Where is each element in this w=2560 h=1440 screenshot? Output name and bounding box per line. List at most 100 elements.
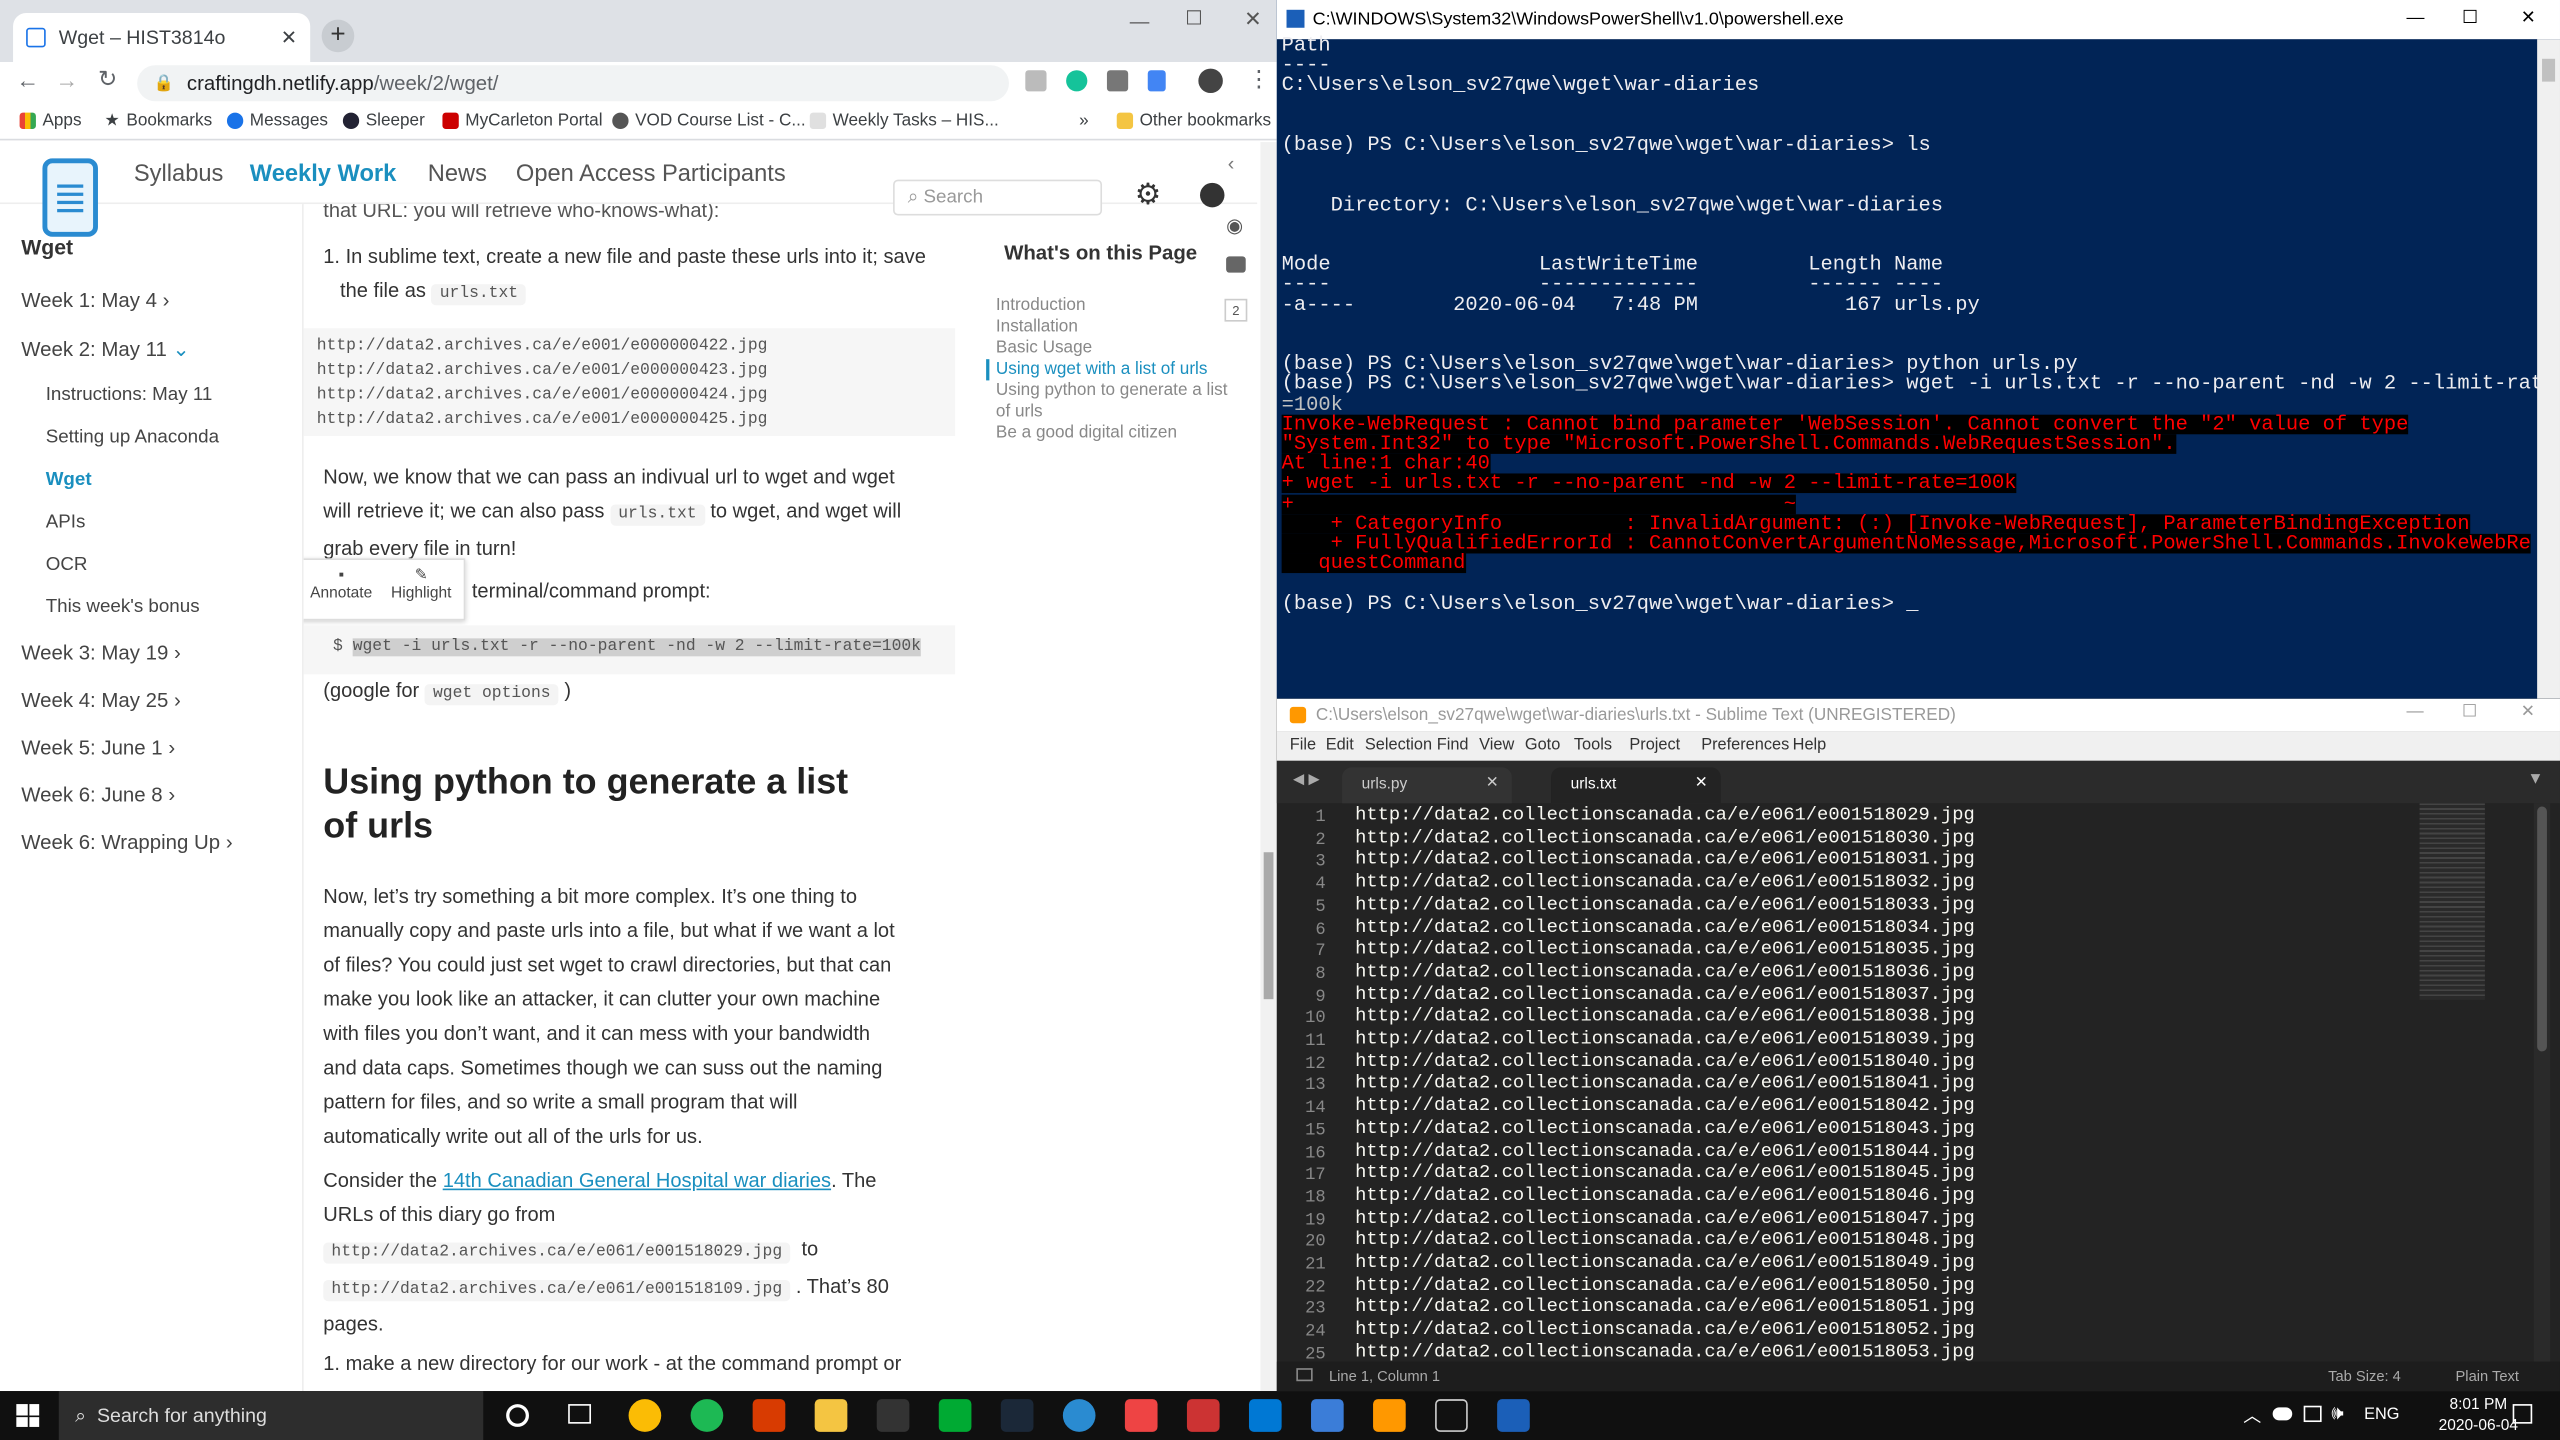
tab-urls-txt[interactable]: urls.txt ✕ (1551, 767, 1721, 804)
menu-item-selection[interactable]: Selection (1365, 736, 1432, 754)
sidebar-item-wget[interactable]: Wget (46, 470, 92, 490)
menu-icon[interactable]: ⋮ (1247, 65, 1270, 93)
app2-taskbar-icon[interactable] (1062, 1399, 1096, 1432)
sidebar-week4[interactable]: Week 4: May 25 › (21, 689, 181, 712)
minimize-icon[interactable]: — (1130, 10, 1150, 33)
reload-icon[interactable]: ↻ (98, 65, 117, 93)
close-window-icon[interactable]: ✕ (2521, 7, 2536, 28)
sidebar-item-ocr[interactable]: OCR (46, 555, 88, 575)
bookmark-weekly-tasks[interactable]: Weekly Tasks – HIS... (809, 111, 999, 131)
menu-item-view[interactable]: View (1479, 736, 1514, 754)
sidebar-week2[interactable]: Week 2: May 11 ⌄ (21, 336, 189, 361)
annotate-button[interactable]: ▪ Annotate (305, 567, 377, 603)
bookmark-messages[interactable]: Messages (226, 111, 328, 131)
task-view-icon[interactable] (568, 1404, 592, 1424)
status-tab-size[interactable]: Tab Size: 4 (2328, 1368, 2401, 1384)
spotify-taskbar-icon[interactable] (690, 1399, 724, 1432)
new-tab-button[interactable]: + (321, 19, 355, 53)
nav-weekly-work[interactable]: Weekly Work (250, 162, 397, 188)
scrollbar-thumb[interactable] (1263, 852, 1274, 1000)
epic-games-taskbar-icon[interactable] (876, 1399, 910, 1432)
maximize-icon[interactable]: ☐ (2462, 702, 2477, 722)
menu-item-project[interactable]: Project (1629, 736, 1680, 754)
bookmark-vod[interactable]: VOD Course List - C... (612, 111, 806, 131)
war-diaries-link[interactable]: 14th Canadian General Hospital war diari… (443, 1169, 831, 1192)
sidebar-item-instructions[interactable]: Instructions: May 11 (46, 385, 213, 405)
highlight-button[interactable]: ✎ Highlight (385, 567, 457, 603)
page-scrollbar[interactable] (1260, 142, 1277, 1392)
editor-text[interactable]: http://data2.collectionscanada.ca/e/e061… (1277, 803, 2420, 1363)
minimap[interactable] (2419, 803, 2485, 1000)
onedrive-icon[interactable] (2272, 1407, 2293, 1421)
cortana-icon[interactable] (506, 1404, 529, 1427)
tab-nav-arrows-icon[interactable]: ◀ ▶ (1293, 771, 1320, 789)
app3-taskbar-icon[interactable] (1124, 1399, 1158, 1432)
close-tab-icon[interactable]: ✕ (1486, 774, 1499, 792)
other-bookmarks[interactable]: Other bookmarks (1116, 111, 1271, 131)
annotation-icon[interactable] (1226, 256, 1246, 273)
app-taskbar-icon[interactable] (938, 1399, 972, 1432)
hypothesis-icon[interactable] (1106, 70, 1129, 92)
menu-item-find[interactable]: Find (1437, 736, 1469, 754)
back-icon[interactable]: ← (16, 67, 39, 93)
nav-syllabus[interactable]: Syllabus (134, 162, 223, 188)
docs-icon[interactable] (1147, 70, 1166, 92)
annotation-count-badge[interactable]: 2 (1224, 298, 1248, 322)
toc-basic-usage[interactable]: Basic Usage (996, 338, 1241, 359)
mail-taskbar-icon[interactable] (1248, 1399, 1282, 1432)
clock[interactable]: 8:01 PM 2020-06-04 (2433, 1394, 2524, 1436)
file-explorer-taskbar-icon[interactable] (814, 1399, 848, 1432)
status-syntax[interactable]: Plain Text (2456, 1368, 2519, 1384)
menu-item-preferences[interactable]: Preferences (1701, 736, 1789, 754)
eye-icon[interactable]: ◉ (1226, 214, 1243, 237)
sidebar-week1[interactable]: Week 1: May 4 › (21, 289, 169, 312)
collapse-chevron-icon[interactable]: ‹ (1228, 152, 1235, 175)
menu-item-edit[interactable]: Edit (1326, 736, 1354, 754)
powershell-console[interactable]: Path ---- C:\Users\elson_sv27qwe\wget\war-… (1277, 36, 2555, 689)
maximize-icon[interactable]: ☐ (2462, 7, 2478, 28)
sublime-taskbar-icon[interactable] (1373, 1399, 1406, 1432)
bookmark-mycarleton[interactable]: MyCarleton Portal (442, 111, 602, 131)
toc-installation[interactable]: Installation (996, 317, 1241, 338)
menu-item-file[interactable]: File (1290, 736, 1316, 754)
panel-toggle-icon[interactable] (1296, 1368, 1313, 1382)
sidebar-week3[interactable]: Week 3: May 19 › (21, 642, 181, 665)
toc-wget-list[interactable]: Using wget with a list of urls (986, 359, 1231, 381)
tab-dropdown-icon[interactable]: ▼ (2527, 771, 2543, 789)
close-window-icon[interactable]: ✕ (2521, 702, 2535, 722)
close-window-icon[interactable]: ✕ (1244, 7, 1262, 33)
nav-open-access[interactable]: Open Access Participants (516, 162, 786, 188)
menu-item-help[interactable]: Help (1793, 736, 1827, 754)
terminal-taskbar-icon[interactable] (1435, 1399, 1468, 1432)
office-taskbar-icon[interactable] (752, 1399, 786, 1432)
forward-icon[interactable]: → (56, 67, 79, 93)
minimize-icon[interactable]: — (2407, 8, 2425, 28)
toc-digital-citizen[interactable]: Be a good digital citizen (996, 423, 1241, 444)
volume-icon[interactable]: 🕪 (2331, 1401, 2343, 1425)
console-scrollbar[interactable] (2537, 39, 2560, 699)
minimize-icon[interactable]: — (2407, 702, 2424, 722)
sidebar-week6-wrap[interactable]: Week 6: Wrapping Up › (21, 831, 232, 854)
profile-avatar[interactable] (1198, 68, 1223, 94)
sidebar-item-apis[interactable]: APIs (46, 513, 86, 533)
start-button[interactable] (16, 1404, 40, 1427)
tab-urls-py[interactable]: urls.py ✕ (1342, 767, 1512, 804)
sidebar-item-bonus[interactable]: This week's bonus (46, 598, 200, 618)
sidebar-item-anaconda[interactable]: Setting up Anaconda (46, 428, 219, 448)
bookmark-bookmarks[interactable]: ★ Bookmarks (104, 111, 212, 131)
menu-item-goto[interactable]: Goto (1525, 736, 1560, 754)
tray-chevron-icon[interactable]: ︿ (2243, 1402, 2261, 1428)
toc-introduction[interactable]: Introduction (996, 296, 1241, 317)
chrome-taskbar-icon[interactable] (628, 1399, 662, 1432)
maximize-icon[interactable]: ☐ (1185, 7, 1203, 30)
close-tab-icon[interactable]: ✕ (281, 26, 297, 49)
bookmark-apps[interactable]: Apps (19, 111, 82, 131)
sidebar-week6[interactable]: Week 6: June 8 › (21, 784, 175, 807)
grammarly-icon[interactable] (1066, 70, 1088, 92)
editor-scrollbar[interactable] (2533, 803, 2551, 1362)
taskbar-search[interactable]: ⌕ Search for anything (58, 1391, 484, 1440)
sidebar-week5[interactable]: Week 5: June 1 › (21, 736, 175, 759)
powershell-taskbar-icon[interactable] (1497, 1399, 1530, 1432)
extension-icon[interactable] (1025, 70, 1047, 92)
app4-taskbar-icon[interactable] (1186, 1399, 1220, 1432)
